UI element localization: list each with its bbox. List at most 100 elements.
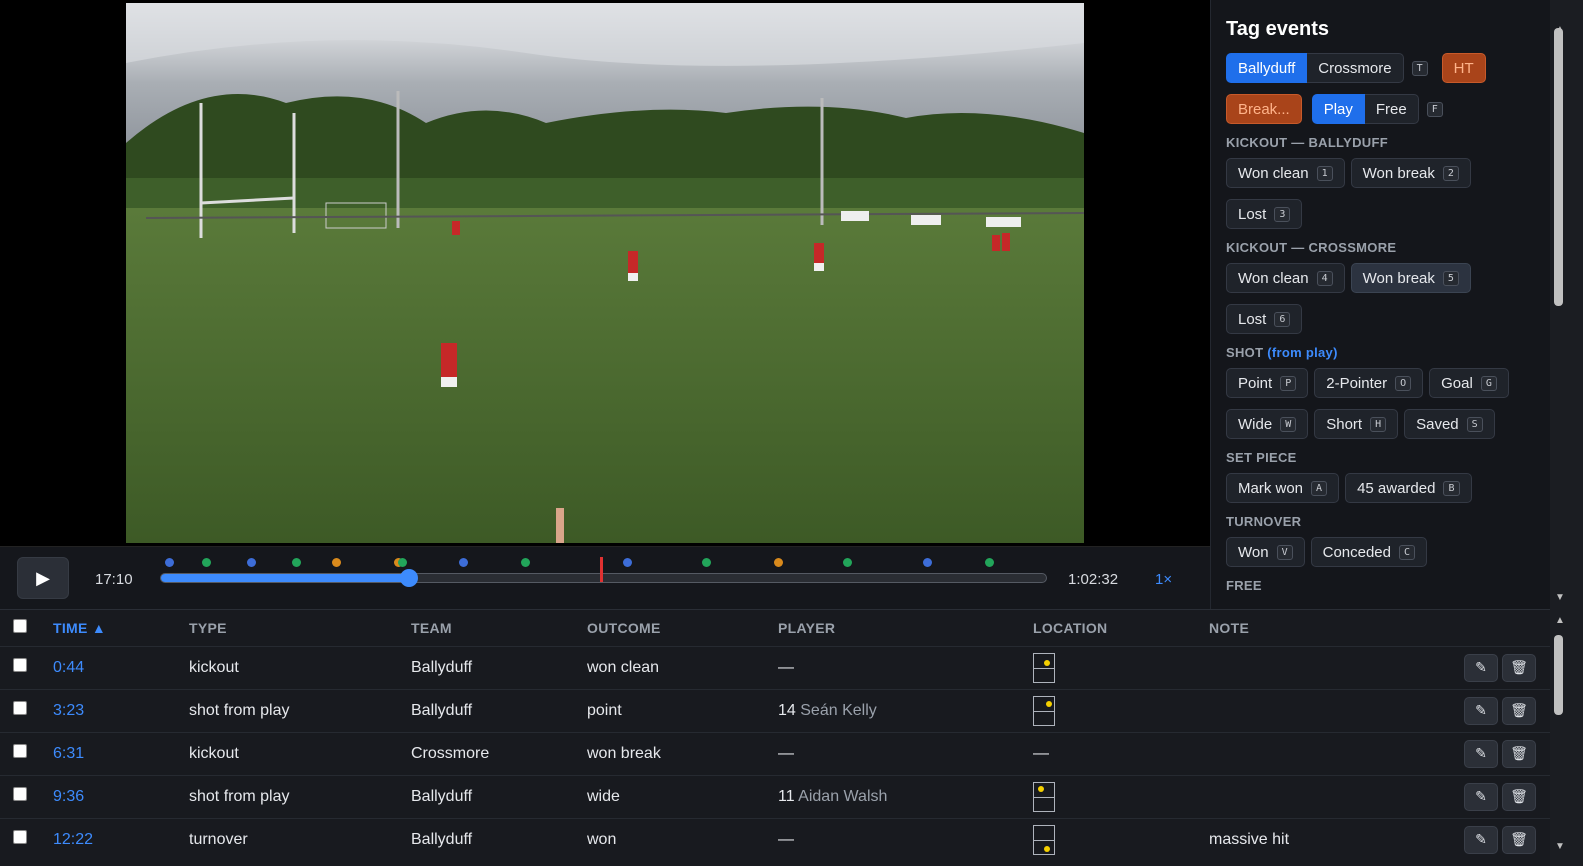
- seek-bar[interactable]: [160, 569, 1047, 587]
- shot-goal-button[interactable]: Goal G: [1429, 368, 1509, 398]
- team-toggle: Ballyduff Crossmore: [1226, 53, 1404, 83]
- delete-icon[interactable]: 🗑: [1502, 653, 1536, 682]
- delete-icon[interactable]: 🗑: [1502, 825, 1536, 854]
- kickout-a-won-break-button[interactable]: Won break 2: [1350, 158, 1471, 188]
- edit-icon[interactable]: ✎: [1464, 739, 1498, 768]
- col-player[interactable]: PLAYER: [778, 610, 1033, 646]
- event-marker[interactable]: [774, 558, 784, 567]
- event-marker[interactable]: [842, 558, 852, 567]
- set-piece-shortcut-key: B: [1443, 480, 1460, 496]
- scroll-down-icon[interactable]: ▼: [1555, 592, 1565, 603]
- shot-point-button[interactable]: Point P: [1226, 368, 1309, 398]
- table-row[interactable]: 9:36 shot from play Ballyduff wide 11 Ai…: [0, 774, 1550, 818]
- event-marker[interactable]: [985, 558, 995, 567]
- col-outcome[interactable]: OUTCOME: [587, 610, 778, 646]
- delete-icon[interactable]: 🗑: [1502, 782, 1536, 811]
- play-icon: ▶: [36, 567, 50, 588]
- turnover-conceded-button[interactable]: Conceded C: [1310, 537, 1428, 567]
- row-time[interactable]: 0:44: [53, 645, 189, 689]
- turnover-won-button[interactable]: Won V: [1226, 537, 1305, 567]
- row-time[interactable]: 6:31: [53, 731, 189, 775]
- row-time[interactable]: 9:36: [53, 774, 189, 818]
- playback-speed[interactable]: 1×: [1155, 571, 1172, 588]
- play-button[interactable]: ▶: [17, 557, 69, 599]
- free-mode-button[interactable]: Free: [1364, 94, 1419, 124]
- col-time[interactable]: TIME ▲: [53, 610, 189, 646]
- panel-scroll-thumb[interactable]: [1554, 28, 1563, 306]
- col-location[interactable]: LOCATION: [1033, 610, 1209, 646]
- table-scroll-up-icon[interactable]: ▲: [1555, 615, 1565, 626]
- kickout-b-shortcut-key: 4: [1316, 270, 1333, 286]
- event-marker[interactable]: [923, 558, 933, 567]
- row-team: Ballyduff: [411, 817, 587, 861]
- kickout-b-won-break-button[interactable]: Won break 5: [1350, 263, 1471, 293]
- event-marker[interactable]: [701, 558, 711, 567]
- kickout-b-button-label: Lost: [1238, 310, 1267, 328]
- row-player: —: [778, 645, 1033, 689]
- table-row[interactable]: 12:22 turnover Ballyduff won — massive h…: [0, 817, 1550, 861]
- seek-progress: [161, 574, 409, 582]
- event-marker[interactable]: [459, 558, 469, 567]
- row-checkbox[interactable]: [13, 787, 27, 801]
- set-piece-shortcut-key: A: [1311, 480, 1328, 496]
- table-scroll-thumb[interactable]: [1554, 635, 1563, 715]
- turnover-button-label: Conceded: [1322, 543, 1391, 561]
- row-note: [1209, 645, 1459, 689]
- location-pitch-icon[interactable]: [1033, 695, 1055, 726]
- halftime-button[interactable]: HT: [1441, 53, 1486, 83]
- location-pitch-icon[interactable]: [1033, 781, 1055, 812]
- edit-icon[interactable]: ✎: [1464, 696, 1498, 725]
- edit-icon[interactable]: ✎: [1464, 782, 1498, 811]
- shot-wide-button[interactable]: Wide W: [1226, 409, 1309, 439]
- event-marker[interactable]: [291, 558, 301, 567]
- row-checkbox[interactable]: [13, 830, 27, 845]
- delete-icon[interactable]: 🗑: [1502, 739, 1536, 768]
- col-type[interactable]: TYPE: [189, 610, 411, 646]
- edit-icon[interactable]: ✎: [1464, 825, 1498, 854]
- col-note[interactable]: NOTE: [1209, 610, 1459, 646]
- delete-icon[interactable]: 🗑: [1502, 696, 1536, 725]
- set-piece-mark-won-button[interactable]: Mark won A: [1226, 473, 1340, 503]
- row-actions: ✎ 🗑: [1459, 817, 1550, 861]
- event-marker[interactable]: [623, 558, 633, 567]
- location-pitch-icon[interactable]: [1033, 652, 1055, 683]
- table-row[interactable]: 3:23 shot from play Ballyduff point 14 S…: [0, 688, 1550, 732]
- break-button[interactable]: Break...: [1226, 94, 1302, 124]
- table-scroll-down-icon[interactable]: ▼: [1555, 841, 1565, 852]
- kickout-a-won-clean-button[interactable]: Won clean 1: [1226, 158, 1345, 188]
- row-checkbox[interactable]: [13, 701, 27, 715]
- play-mode-button[interactable]: Play: [1311, 94, 1365, 124]
- row-time[interactable]: 3:23: [53, 688, 189, 732]
- set-piece-45-awarded-button[interactable]: 45 awarded B: [1345, 473, 1472, 503]
- team-a-button[interactable]: Ballyduff: [1226, 53, 1308, 83]
- section-set-piece: SET PIECE: [1226, 450, 1297, 465]
- kickout-b-won-clean-button[interactable]: Won clean 4: [1226, 263, 1345, 293]
- event-marker[interactable]: [521, 558, 531, 567]
- event-marker[interactable]: [202, 558, 212, 567]
- kickout-a-lost-button[interactable]: Lost 3: [1226, 199, 1303, 229]
- event-marker[interactable]: [331, 558, 341, 567]
- edit-icon[interactable]: ✎: [1464, 653, 1498, 682]
- select-all-checkbox[interactable]: [13, 619, 27, 634]
- team-b-button[interactable]: Crossmore: [1307, 53, 1404, 83]
- table-row[interactable]: 6:31 kickout Crossmore won break — — ✎ 🗑: [0, 731, 1550, 775]
- panel-scrollbar[interactable]: ▲ ▼: [1550, 0, 1583, 609]
- row-checkbox[interactable]: [13, 658, 27, 672]
- table-scrollbar[interactable]: ▲ ▼: [1550, 609, 1583, 866]
- shot-2-pointer-button[interactable]: 2-Pointer O: [1314, 368, 1424, 398]
- event-marker[interactable]: [247, 558, 257, 567]
- seek-thumb[interactable]: [400, 569, 419, 587]
- video-frame[interactable]: [126, 3, 1084, 543]
- col-team[interactable]: TEAM: [411, 610, 587, 646]
- table-row[interactable]: 0:44 kickout Ballyduff won clean — ✎ 🗑: [0, 645, 1550, 689]
- shot-saved-button[interactable]: Saved S: [1404, 409, 1495, 439]
- shot-short-button[interactable]: Short H: [1314, 409, 1399, 439]
- row-actions: ✎ 🗑: [1459, 731, 1550, 775]
- event-marker[interactable]: [164, 558, 174, 567]
- row-time[interactable]: 12:22: [53, 817, 189, 861]
- event-marker[interactable]: [398, 558, 408, 567]
- kickout-b-lost-button[interactable]: Lost 6: [1226, 304, 1303, 334]
- location-pitch-icon[interactable]: [1033, 824, 1055, 855]
- row-actions: ✎ 🗑: [1459, 774, 1550, 818]
- row-checkbox[interactable]: [13, 744, 27, 758]
